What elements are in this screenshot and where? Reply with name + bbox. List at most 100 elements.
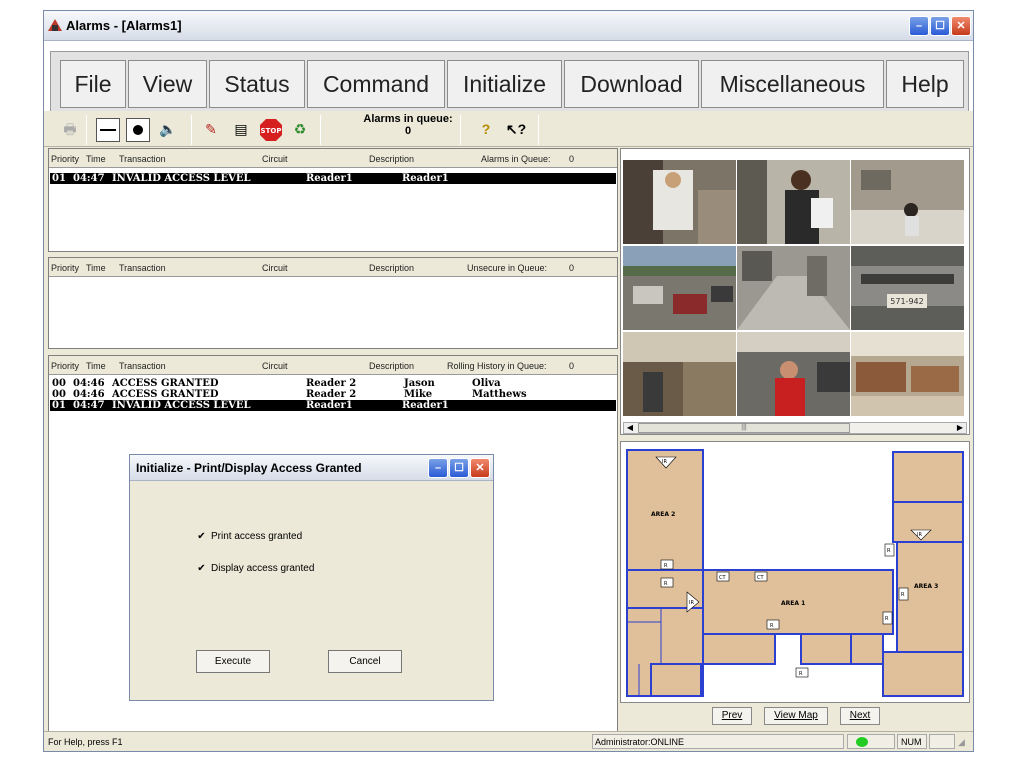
display-access-granted-checkbox[interactable]: ✔ Display access granted bbox=[196, 563, 314, 575]
scroll-right-icon[interactable]: ▶ bbox=[954, 423, 966, 433]
col-description[interactable]: Description bbox=[369, 263, 414, 273]
menu-miscellaneous[interactable]: Miscellaneous bbox=[701, 60, 884, 108]
cell-transaction: ACCESS GRANTED bbox=[112, 378, 219, 389]
camera-grid: 571-942 ◀ ||| ▶ bbox=[620, 148, 970, 435]
camera-view[interactable]: 571-942 bbox=[851, 246, 964, 330]
scroll-left-icon[interactable]: ◀ bbox=[624, 423, 636, 433]
camera-view[interactable] bbox=[737, 332, 850, 416]
table-row[interactable]: 01 04:47 INVALID ACCESS LEVEL Reader1 Re… bbox=[50, 173, 616, 184]
dialog-title: Initialize - Print/Display Access Grante… bbox=[136, 461, 362, 475]
minimize-button[interactable]: – bbox=[909, 16, 929, 36]
dialog-title-bar[interactable]: Initialize - Print/Display Access Grante… bbox=[130, 455, 493, 481]
camera-view[interactable] bbox=[623, 246, 736, 330]
cell-circuit: Reader 2 bbox=[306, 378, 357, 389]
view-map-button[interactable]: View Map bbox=[764, 707, 828, 725]
next-button[interactable]: Next bbox=[840, 707, 880, 725]
menu-download[interactable]: Download bbox=[564, 60, 699, 108]
col-transaction[interactable]: Transaction bbox=[119, 361, 166, 371]
floor-plan-map[interactable]: AREA 2 AREA 1 AREA 3 IR R R CT CT IR R R… bbox=[620, 441, 970, 703]
cell-time: 04:47 bbox=[73, 400, 105, 411]
speaker-icon[interactable]: 🔈 bbox=[156, 118, 180, 142]
col-description[interactable]: Description bbox=[369, 154, 414, 164]
reader-icon: R bbox=[884, 543, 895, 557]
dialog-minimize-button[interactable]: – bbox=[428, 458, 448, 478]
camera-scrollbar[interactable]: ◀ ||| ▶ bbox=[623, 422, 967, 434]
scroll-thumb[interactable]: ||| bbox=[638, 423, 850, 433]
execute-button[interactable]: Execute bbox=[196, 650, 270, 673]
cancel-button[interactable]: Cancel bbox=[328, 650, 402, 673]
menu-initialize[interactable]: Initialize bbox=[447, 60, 562, 108]
cell-circuit: Reader1 bbox=[306, 173, 353, 184]
dialog-close-button[interactable]: ✕ bbox=[470, 458, 490, 478]
camera-view[interactable] bbox=[851, 160, 964, 244]
col-time[interactable]: Time bbox=[86, 154, 106, 164]
col-time[interactable]: Time bbox=[86, 361, 106, 371]
dialog-maximize-button[interactable]: ☐ bbox=[449, 458, 469, 478]
menu-help[interactable]: Help bbox=[886, 60, 964, 108]
ct-door-icon: CT bbox=[754, 571, 768, 582]
reader-icon: R bbox=[795, 667, 809, 678]
resize-grip-icon[interactable]: ◢ bbox=[958, 737, 965, 748]
edit-icon[interactable]: ✎ bbox=[199, 118, 223, 142]
col-priority[interactable]: Priority bbox=[51, 154, 79, 164]
table-row[interactable]: 01 04:47 INVALID ACCESS LEVEL Reader1 Re… bbox=[50, 400, 616, 411]
svg-text:IR: IR bbox=[917, 532, 922, 538]
stop-icon[interactable]: STOP bbox=[259, 118, 283, 142]
menu-command[interactable]: Command bbox=[307, 60, 445, 108]
cell-description: Jason bbox=[404, 378, 435, 389]
menu-file[interactable]: File bbox=[60, 60, 126, 108]
cell-description: Reader1 bbox=[402, 400, 449, 411]
camera-view[interactable] bbox=[737, 246, 850, 330]
col-time[interactable]: Time bbox=[86, 263, 106, 273]
camera-view[interactable] bbox=[623, 160, 736, 244]
camera-view[interactable] bbox=[851, 332, 964, 416]
queue-value: 0 bbox=[569, 154, 575, 164]
col-priority[interactable]: Priority bbox=[51, 361, 79, 371]
help-hint: For Help, press F1 bbox=[48, 737, 123, 747]
prev-button[interactable]: Prev bbox=[712, 707, 752, 725]
title-bar[interactable]: Alarms - [Alarms1] – ☐ ✕ bbox=[44, 11, 973, 41]
alarms-panel-header: Priority Time Transaction Circuit Descri… bbox=[49, 149, 617, 168]
queue-caption: Alarms in Queue: bbox=[481, 154, 551, 164]
reader-icon: R bbox=[882, 611, 893, 625]
close-button[interactable]: ✕ bbox=[951, 16, 971, 36]
cell-extra: Matthews bbox=[472, 389, 527, 400]
svg-text:CT: CT bbox=[757, 575, 764, 581]
queue-caption: Rolling History in Queue: bbox=[447, 361, 547, 371]
status-bar: For Help, press F1 Administrator:ONLINE … bbox=[44, 731, 973, 751]
svg-text:R: R bbox=[770, 623, 774, 629]
camera-view[interactable] bbox=[737, 160, 850, 244]
menu-view[interactable]: View bbox=[128, 60, 207, 108]
col-transaction[interactable]: Transaction bbox=[119, 154, 166, 164]
user-status: Administrator:ONLINE bbox=[595, 737, 685, 747]
camera-view[interactable] bbox=[623, 332, 736, 416]
col-circuit[interactable]: Circuit bbox=[262, 154, 288, 164]
reader-icon: R bbox=[660, 577, 674, 588]
help-icon[interactable]: ? bbox=[474, 118, 498, 142]
minus-box-icon[interactable] bbox=[96, 118, 120, 142]
context-help-icon[interactable]: ↖? bbox=[504, 118, 528, 142]
col-transaction[interactable]: Transaction bbox=[119, 263, 166, 273]
col-priority[interactable]: Priority bbox=[51, 263, 79, 273]
recycle-icon[interactable]: ♻ bbox=[288, 118, 312, 142]
table-row[interactable]: 00 04:46 ACCESS GRANTED Reader 2 Jason O… bbox=[50, 378, 616, 389]
cell-priority: 00 bbox=[52, 389, 66, 400]
cell-priority: 00 bbox=[52, 378, 66, 389]
map-navigation: Prev View Map Next bbox=[620, 704, 970, 728]
col-description[interactable]: Description bbox=[369, 361, 414, 371]
cell-description: Reader1 bbox=[402, 173, 449, 184]
table-row[interactable]: 00 04:46 ACCESS GRANTED Reader 2 Mike Ma… bbox=[50, 389, 616, 400]
notes-icon[interactable]: ▤ bbox=[229, 118, 253, 142]
history-panel-header: Priority Time Transaction Circuit Descri… bbox=[49, 356, 617, 375]
print-access-granted-checkbox[interactable]: ✔ Print access granted bbox=[196, 531, 302, 543]
reader-icon: R bbox=[660, 559, 674, 570]
svg-text:R: R bbox=[664, 563, 668, 569]
record-icon[interactable] bbox=[126, 118, 150, 142]
col-circuit[interactable]: Circuit bbox=[262, 361, 288, 371]
col-circuit[interactable]: Circuit bbox=[262, 263, 288, 273]
maximize-button[interactable]: ☐ bbox=[930, 16, 950, 36]
area-2-label: AREA 2 bbox=[651, 511, 675, 518]
print-icon[interactable]: 🖶 bbox=[58, 118, 82, 142]
svg-text:R: R bbox=[664, 581, 668, 587]
menu-status[interactable]: Status bbox=[209, 60, 305, 108]
